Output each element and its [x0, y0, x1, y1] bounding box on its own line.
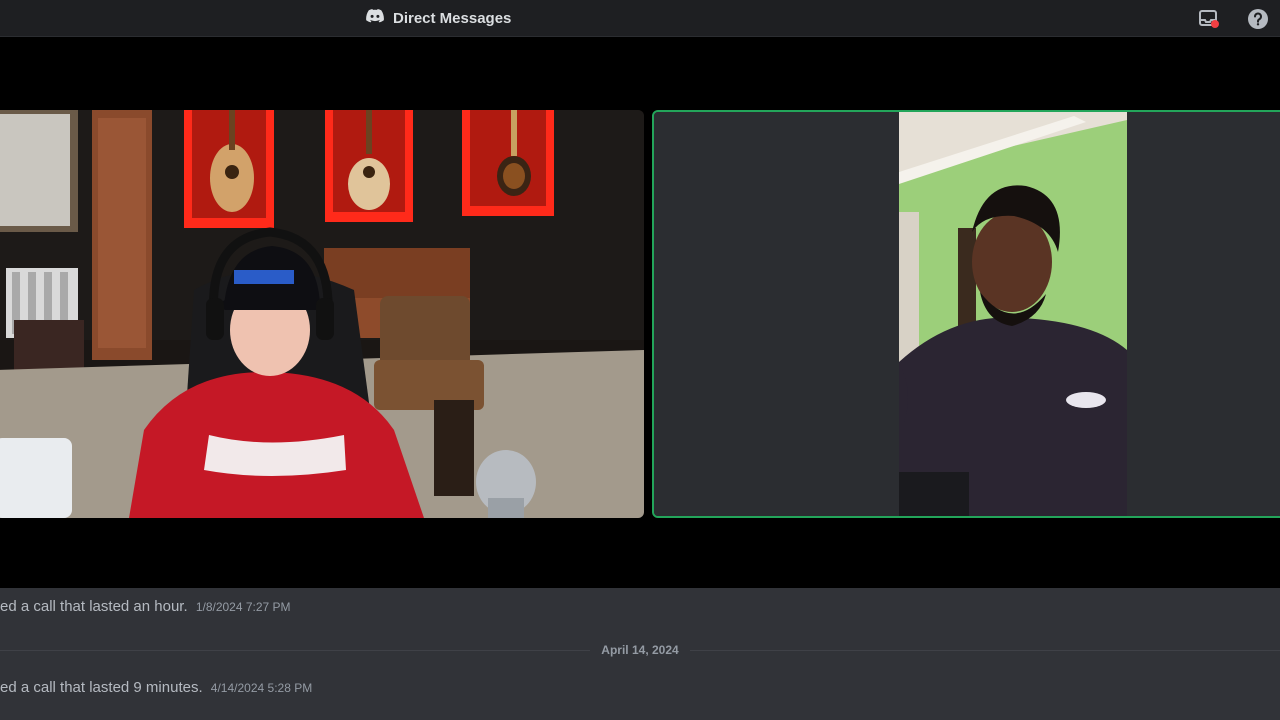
video-tile-left[interactable] — [0, 110, 644, 518]
participant-video-left — [0, 110, 644, 518]
call-area — [0, 38, 1280, 588]
help-icon[interactable] — [1247, 8, 1269, 30]
message-timestamp[interactable]: 1/8/2024 7:27 PM — [196, 600, 291, 614]
inbox-icon[interactable] — [1198, 8, 1220, 30]
titlebar-title-group: Direct Messages — [366, 0, 511, 37]
video-tile-right[interactable] — [652, 110, 1280, 518]
call-message: ed a call that lasted an hour. 1/8/2024 … — [0, 598, 291, 615]
call-message-text: ed a call that lasted 9 minutes. — [0, 679, 203, 696]
call-message-text: ed a call that lasted an hour. — [0, 598, 188, 615]
message-timestamp[interactable]: 4/14/2024 5:28 PM — [211, 681, 312, 695]
chat-area: ed a call that lasted an hour. 1/8/2024 … — [0, 588, 1280, 720]
call-message: ed a call that lasted 9 minutes. 4/14/20… — [0, 679, 312, 696]
page-title: Direct Messages — [393, 10, 512, 27]
participant-video-right — [654, 112, 1280, 516]
date-divider-label: April 14, 2024 — [590, 642, 690, 658]
titlebar: Direct Messages — [0, 0, 1280, 37]
discord-logo-icon — [366, 9, 384, 28]
